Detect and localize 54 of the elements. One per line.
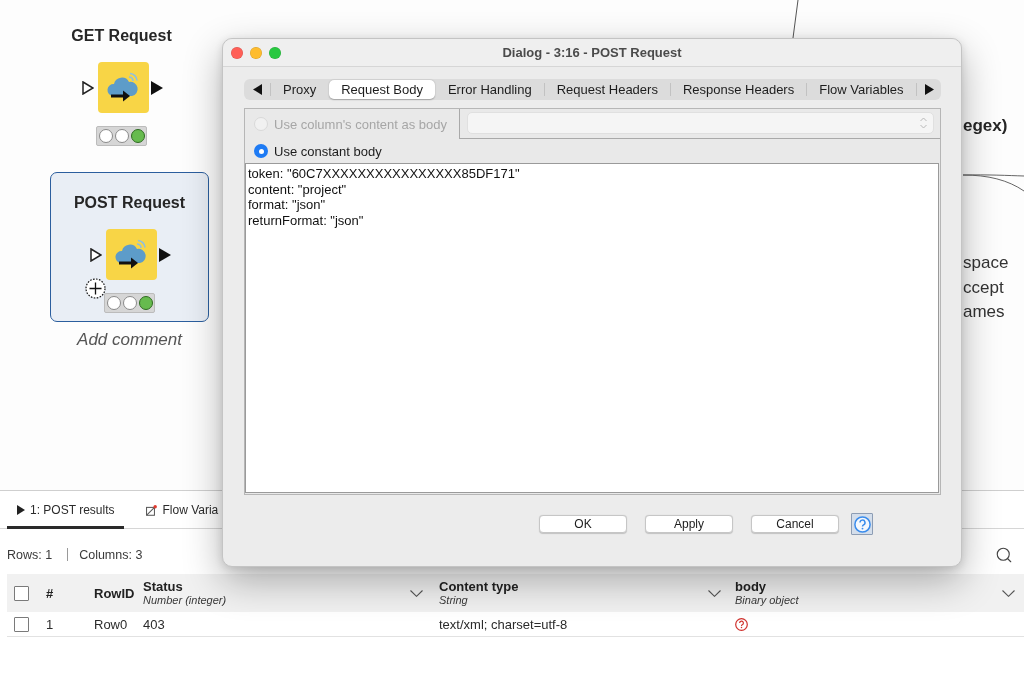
chevron-down-icon[interactable] — [410, 589, 423, 597]
up-down-chevron-icon — [920, 117, 927, 129]
search-icon[interactable] — [995, 545, 1013, 564]
checkbox[interactable] — [14, 616, 29, 632]
table-cell-text: 1 — [45, 615, 55, 634]
column-count: Columns: 3 — [79, 547, 143, 562]
connection-line — [790, 0, 800, 38]
radio-button[interactable] — [254, 144, 268, 158]
dialog-tab[interactable]: Proxy — [271, 80, 329, 99]
body-text-area[interactable]: token: "60C7XXXXXXXXXXXXXXXX85DF171" content: "project" format: "json" returnFormat: "json" — [245, 163, 939, 493]
annotation-text: space ccept ames — [963, 252, 1009, 323]
column-header[interactable]: Status — [143, 579, 227, 594]
dialog-tab[interactable]: Flow Variables — [807, 80, 916, 99]
row-count: Rows: 1 — [7, 547, 53, 562]
table-cell-text: text/xml; charset=utf-8 — [438, 615, 569, 634]
connection-line — [963, 172, 1024, 194]
window-title: Dialog - 3:16 - POST Request — [501, 45, 683, 60]
dialog-tab[interactable]: Request Headers — [544, 80, 670, 99]
plus-circle-icon[interactable] — [85, 278, 106, 299]
column-type: Number (integer) — [143, 594, 227, 607]
triangle-left-icon[interactable] — [253, 84, 262, 95]
result-tab[interactable]: Flow Varia — [136, 491, 220, 529]
column-header[interactable]: body — [735, 579, 799, 594]
node-title: POST Request — [73, 193, 186, 213]
result-tab[interactable]: 1: POST results — [7, 491, 125, 529]
column-type: String — [439, 594, 469, 607]
dialog-tab[interactable]: Request Body — [329, 80, 435, 99]
chevron-down-icon[interactable] — [1002, 589, 1015, 597]
chevron-down-icon[interactable] — [708, 589, 721, 597]
input-port-icon[interactable] — [81, 80, 94, 95]
help-icon — [853, 515, 871, 533]
close-icon[interactable] — [231, 46, 243, 59]
checkbox[interactable] — [14, 585, 29, 601]
triangle-right-icon[interactable] — [924, 84, 934, 95]
question-circle-icon — [735, 617, 748, 631]
input-port-icon[interactable] — [89, 247, 102, 262]
add-comment-link[interactable]: Add comment — [77, 329, 182, 351]
column-header[interactable]: RowID — [94, 585, 135, 601]
square-slash-icon — [146, 504, 158, 516]
node-title: GET Request — [71, 26, 172, 46]
dialog-button[interactable]: Apply — [645, 515, 733, 533]
node-title: egex) — [963, 115, 1008, 137]
table-cell-text: 403 — [142, 615, 166, 634]
table-cell-text: Row0 — [93, 615, 129, 634]
column-header[interactable]: # — [46, 585, 54, 601]
dialog-button[interactable]: Cancel — [751, 515, 839, 533]
dialog-button[interactable]: OK — [539, 515, 627, 533]
column-type: Binary object — [735, 594, 799, 607]
dialog-tab[interactable]: Response Headers — [670, 80, 807, 99]
help-button[interactable] — [851, 513, 873, 535]
radio-label[interactable]: Use constant body — [274, 143, 382, 159]
play-triangle-icon — [17, 505, 25, 515]
column-header[interactable]: Content type — [439, 579, 519, 594]
dialog-tab[interactable]: Error Handling — [435, 80, 544, 99]
